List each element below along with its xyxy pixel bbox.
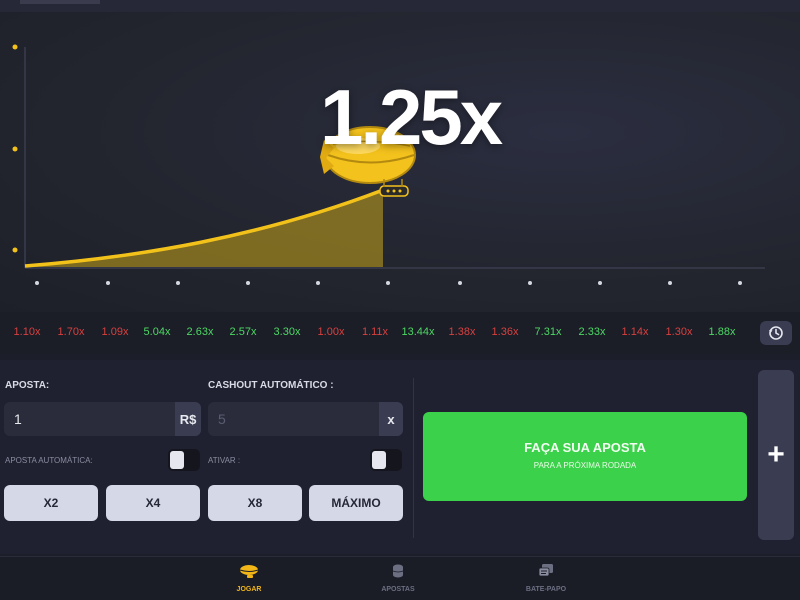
x8-button[interactable]: X8 xyxy=(208,485,302,521)
bottom-nav: JOGAR APOSTAS BATE-PAPO xyxy=(0,556,800,600)
nav-item-play[interactable]: JOGAR xyxy=(219,563,279,593)
blimp-icon xyxy=(239,565,259,578)
currency-label: R$ xyxy=(175,402,201,436)
bet-amount-label: APOSTA: xyxy=(5,380,50,391)
multiplier-suffix: x xyxy=(379,402,403,436)
auto-cashout-value: 5 xyxy=(218,411,226,427)
nav-item-chat[interactable]: BATE-PAPO xyxy=(516,563,576,593)
history-button[interactable] xyxy=(760,321,792,345)
nav-item-bets[interactable]: APOSTAS xyxy=(368,563,428,593)
x-axis-dots xyxy=(35,281,742,285)
top-bar xyxy=(0,0,800,12)
nav-label-bets: APOSTAS xyxy=(381,586,415,593)
y-axis-dot xyxy=(12,146,18,152)
y-axis-dot xyxy=(12,247,18,253)
x4-button[interactable]: X4 xyxy=(106,485,200,521)
coins-icon xyxy=(392,564,404,578)
bet-controls: APOSTA: 1 R$ CASHOUT AUTOMÁTICO : 5 x AP… xyxy=(0,360,800,554)
activate-label: ATIVAR : xyxy=(208,456,241,465)
add-bet-button[interactable]: + xyxy=(758,370,794,540)
panel-divider xyxy=(413,378,414,538)
multiplier-history: 1.10x 1.70x 1.09x 5.04x 2.63x 2.57x 3.30… xyxy=(0,312,800,354)
auto-bet-toggle[interactable] xyxy=(168,449,200,471)
bet-amount-field[interactable]: 1 R$ xyxy=(4,402,201,436)
max-button[interactable]: MÁXIMO xyxy=(309,485,403,521)
current-multiplier: 1.25x xyxy=(320,73,503,161)
history-item: 1.88x xyxy=(708,326,736,338)
chat-icon xyxy=(538,564,553,577)
activate-toggle[interactable] xyxy=(370,449,402,471)
place-bet-sublabel: PARA A PRÓXIMA RODADA xyxy=(533,461,637,470)
bet-amount-value: 1 xyxy=(14,411,22,427)
nav-label-chat: BATE-PAPO xyxy=(525,586,567,593)
x2-button[interactable]: X2 xyxy=(4,485,98,521)
y-axis-dot xyxy=(12,44,18,50)
auto-cashout-field[interactable]: 5 x xyxy=(208,402,403,436)
auto-cashout-label: CASHOUT AUTOMÁTICO : xyxy=(208,380,334,391)
place-bet-label: FAÇA SUA APOSTA xyxy=(524,440,646,455)
history-icon xyxy=(769,326,783,340)
nav-label-play: JOGAR xyxy=(236,586,262,593)
game-area: 1.25x xyxy=(0,12,800,312)
auto-bet-label: APOSTA AUTOMÁTICA: xyxy=(5,456,93,465)
place-bet-button[interactable]: FAÇA SUA APOSTA PARA A PRÓXIMA RODADA xyxy=(423,412,747,501)
top-tab[interactable] xyxy=(20,0,100,4)
